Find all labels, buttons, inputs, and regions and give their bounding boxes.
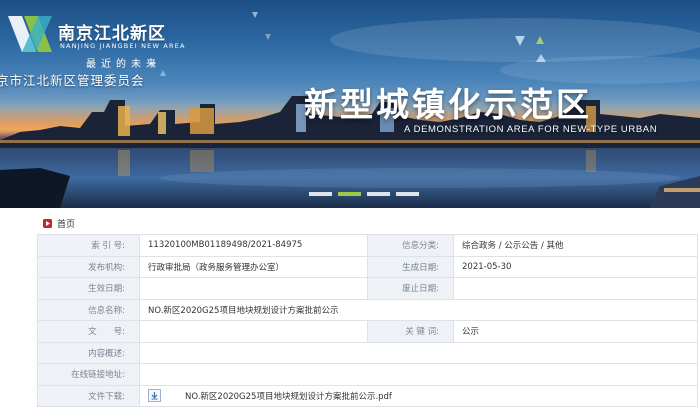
slider-dot-4[interactable]: [396, 192, 419, 196]
keywords-value: 公示: [453, 320, 698, 343]
table-row: 内容概述:: [37, 341, 698, 364]
table-row: 信息名称: NO.新区2020G25项目地块规划设计方案批前公示: [37, 298, 698, 321]
table-row: 文 号: 关 键 词: 公示: [37, 320, 698, 343]
logo-icon: [6, 12, 56, 62]
download-icon[interactable]: [148, 389, 161, 403]
table-row: 生效日期: 废止日期:: [37, 277, 698, 300]
table-row: 在线链接地址:: [37, 363, 698, 386]
info-name-value: NO.新区2020G25项目地块规划设计方案批前公示: [139, 298, 698, 321]
created-date-value: 2021-05-30: [453, 255, 698, 278]
info-name-label: 信息名称:: [37, 298, 140, 321]
logo-slogan: 最近的未来: [86, 59, 161, 70]
file-download-label: 文件下载:: [37, 384, 140, 407]
document-number-label: 文 号:: [37, 320, 140, 343]
logo-subtitle-en: NANJING JIANGBEI NEW AREA: [60, 42, 186, 50]
publisher-label: 发布机构:: [37, 255, 140, 278]
table-row: 发布机构: 行政审批局（政务服务管理办公室） 生成日期: 2021-05-30: [37, 255, 698, 278]
created-date-label: 生成日期:: [367, 255, 454, 278]
effective-date-label: 生效日期:: [37, 277, 140, 300]
file-download-cell: NO.新区2020G25项目地块规划设计方案批前公示.pdf: [139, 384, 698, 407]
logo-title: 南京江北新区: [58, 24, 166, 44]
table-row: 索 引 号: 11320100MB01189498/2021-84975 信息分…: [37, 234, 698, 257]
expiry-date-label: 废止日期:: [367, 277, 454, 300]
online-link-label: 在线链接地址:: [37, 363, 140, 386]
publisher-value: 行政审批局（政务服务管理办公室）: [139, 255, 368, 278]
banner-slider-indicator: [309, 192, 419, 196]
summary-value: [139, 341, 698, 364]
category-label: 信息分类:: [367, 234, 454, 257]
document-number-value: [139, 320, 368, 343]
keywords-label: 关 键 词:: [367, 320, 454, 343]
slider-dot-2[interactable]: [338, 192, 361, 196]
summary-label: 内容概述:: [37, 341, 140, 364]
banner-headline: 新型城镇化示范区: [304, 85, 592, 124]
expiry-date-value: [453, 277, 698, 300]
slider-dot-3[interactable]: [367, 192, 390, 196]
index-number-value: 11320100MB01189498/2021-84975: [139, 234, 368, 257]
effective-date-value: [139, 277, 368, 300]
header-banner: 南京江北新区 NANJING JIANGBEI NEW AREA 最近的未来 京…: [0, 0, 700, 208]
category-value: 综合政务 / 公示公告 / 其他: [453, 234, 698, 257]
table-row: 文件下载: NO.新区2020G25项目地块规划设计方案批前公示.pdf: [37, 384, 698, 407]
breadcrumb-home-link[interactable]: 首页: [57, 217, 75, 230]
document-info-table: 索 引 号: 11320100MB01189498/2021-84975 信息分…: [37, 234, 698, 407]
slider-dot-1[interactable]: [309, 192, 332, 196]
download-file-link[interactable]: NO.新区2020G25项目地块规划设计方案批前公示.pdf: [185, 390, 392, 402]
online-link-value: [139, 363, 698, 386]
home-icon[interactable]: [42, 218, 52, 228]
breadcrumb: 首页: [42, 216, 75, 230]
index-number-label: 索 引 号:: [37, 234, 140, 257]
organization-name: 京市江北新区管理委员会: [0, 73, 145, 88]
banner-subheadline: A DEMONSTRATION AREA FOR NEW-TYPE URBAN: [404, 124, 658, 135]
